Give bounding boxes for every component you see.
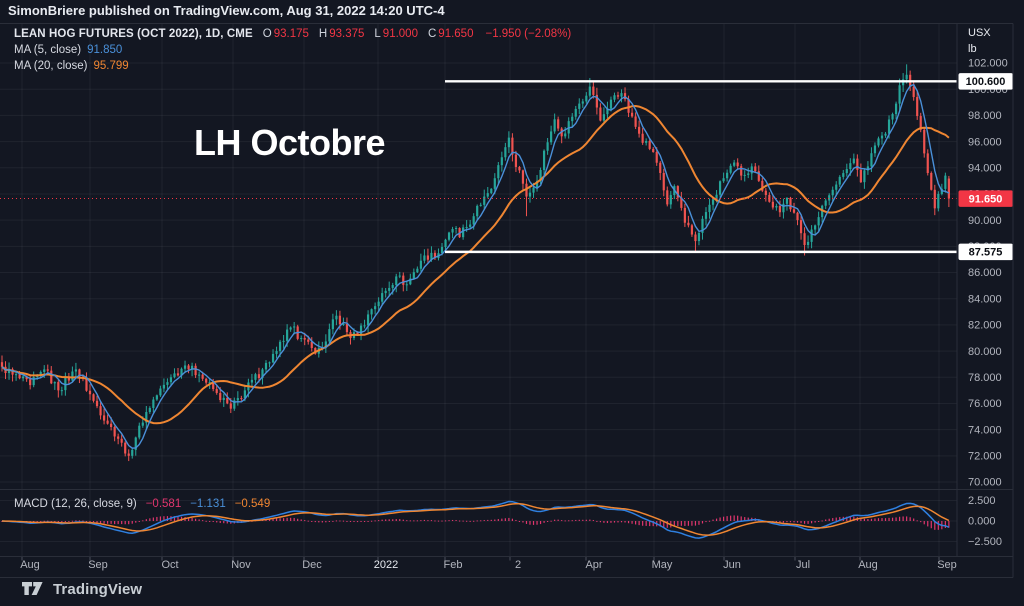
time-axis[interactable]: Aug Sep Oct Nov Dec 2022 Feb 2 Apr May Jun Jul Aug Se… xyxy=(20,557,957,572)
svg-text:May: May xyxy=(652,559,673,571)
macd-line-value: −1.131 xyxy=(190,498,226,510)
svg-text:102.000: 102.000 xyxy=(968,58,1008,70)
chart-canvas[interactable]: USXlb102.000100.00098.00096.00094.00092.… xyxy=(0,0,1024,606)
svg-text:Jun: Jun xyxy=(723,559,741,571)
svg-text:2022: 2022 xyxy=(374,559,398,571)
attribution-text: SimonBriere published on TradingView.com… xyxy=(8,3,445,18)
svg-text:Aug: Aug xyxy=(858,559,878,571)
ma-overlays xyxy=(2,85,949,449)
svg-text:Nov: Nov xyxy=(231,559,251,571)
svg-text:84.000: 84.000 xyxy=(968,293,1002,305)
svg-text:Dec: Dec xyxy=(302,559,322,571)
grid-lines xyxy=(0,24,957,557)
svg-text:2: 2 xyxy=(515,559,521,571)
ma20-label: MA (20, close) xyxy=(14,60,88,72)
symbol-row: LEAN HOG FUTURES (OCT 2022), 1D, CME O93… xyxy=(14,26,571,41)
chart-annotation: LH Octobre xyxy=(194,122,385,164)
svg-text:98.000: 98.000 xyxy=(968,110,1002,122)
attribution-bar: SimonBriere published on TradingView.com… xyxy=(8,3,445,18)
svg-text:87.575: 87.575 xyxy=(969,247,1003,259)
level-lines[interactable] xyxy=(0,81,957,252)
ma5-value: 91.850 xyxy=(87,44,122,56)
macd-histogram xyxy=(1,515,949,529)
svg-text:70.000: 70.000 xyxy=(968,477,1002,489)
tradingview-logo-icon[interactable] xyxy=(22,582,46,598)
tradingview-published-chart: USXlb102.000100.00098.00096.00094.00092.… xyxy=(0,0,1024,606)
svg-text:72.000: 72.000 xyxy=(968,451,1002,463)
chart-legend: LEAN HOG FUTURES (OCT 2022), 1D, CME O93… xyxy=(14,26,571,73)
svg-text:Aug: Aug xyxy=(20,559,40,571)
svg-text:91.650: 91.650 xyxy=(969,193,1003,205)
svg-text:78.000: 78.000 xyxy=(968,372,1002,384)
svg-text:80.000: 80.000 xyxy=(968,346,1002,358)
svg-text:86.000: 86.000 xyxy=(968,267,1002,279)
svg-text:96.000: 96.000 xyxy=(968,136,1002,148)
macd-legend-row: MACD (12, 26, close, 9) −0.581 −1.131 −0… xyxy=(14,496,270,511)
svg-text:Feb: Feb xyxy=(444,559,463,571)
svg-text:76.000: 76.000 xyxy=(968,398,1002,410)
svg-text:94.000: 94.000 xyxy=(968,162,1002,174)
svg-text:100.600: 100.600 xyxy=(966,76,1006,88)
ma20-line xyxy=(2,106,949,423)
macd-hist-value: −0.581 xyxy=(146,498,182,510)
svg-text:82.000: 82.000 xyxy=(968,320,1002,332)
svg-text:Apr: Apr xyxy=(585,559,602,571)
macd-signal-value: −0.549 xyxy=(235,498,271,510)
svg-text:Jul: Jul xyxy=(796,559,810,571)
symbol-title: LEAN HOG FUTURES (OCT 2022), 1D, CME xyxy=(14,28,253,40)
axis-currency: USX xyxy=(968,27,991,39)
change-value: −1.950 (−2.08%) xyxy=(485,28,571,40)
svg-text:2.500: 2.500 xyxy=(968,495,996,507)
macd-label: MACD (12, 26, close, 9) xyxy=(14,498,137,510)
svg-text:Oct: Oct xyxy=(161,559,178,571)
ohlc-open: O93.175 xyxy=(263,28,309,40)
ma20-value: 95.799 xyxy=(94,60,129,72)
ma5-label: MA (5, close) xyxy=(14,44,81,56)
candlestick-series[interactable] xyxy=(1,64,950,461)
ma20-row: MA (20, close) 95.799 xyxy=(14,58,571,73)
ma5-line xyxy=(2,85,949,449)
svg-text:Sep: Sep xyxy=(88,559,108,571)
svg-text:0.000: 0.000 xyxy=(968,516,996,528)
svg-text:90.000: 90.000 xyxy=(968,215,1002,227)
price-axis[interactable]: USXlb102.000100.00098.00096.00094.00092.… xyxy=(959,27,1014,548)
svg-text:74.000: 74.000 xyxy=(968,424,1002,436)
ohlc-high: H93.375 xyxy=(319,28,365,40)
ohlc-low: L91.000 xyxy=(374,28,418,40)
ohlc-close: C91.650 xyxy=(428,28,474,40)
svg-text:−2.500: −2.500 xyxy=(968,536,1002,548)
panel-borders xyxy=(0,24,1013,578)
footer-bar: TradingView xyxy=(22,581,142,598)
axis-unit: lb xyxy=(968,43,977,55)
tradingview-wordmark[interactable]: TradingView xyxy=(53,581,142,598)
svg-text:Sep: Sep xyxy=(937,559,957,571)
ma5-row: MA (5, close) 91.850 xyxy=(14,42,571,57)
